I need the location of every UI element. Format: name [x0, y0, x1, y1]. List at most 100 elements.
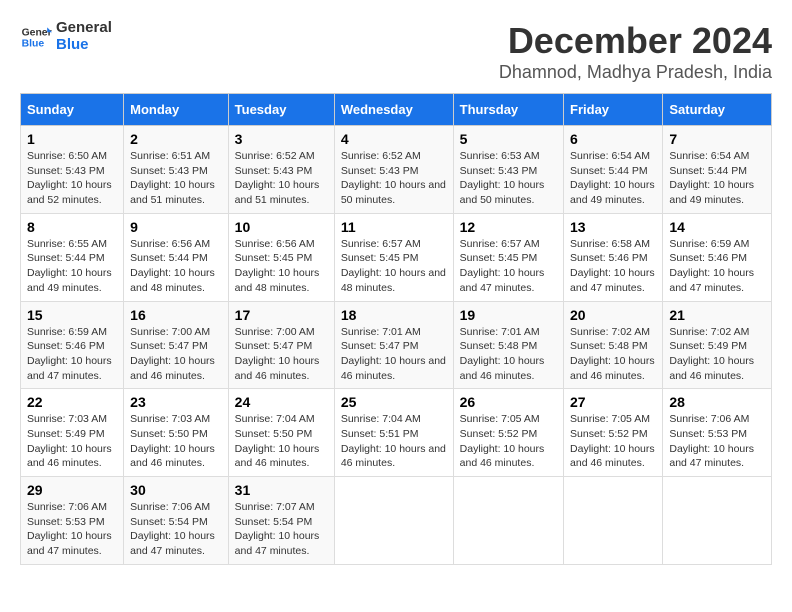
calendar-cell: 31 Sunrise: 7:07 AMSunset: 5:54 PMDayligh… [228, 477, 334, 565]
calendar-cell: 7 Sunrise: 6:54 AMSunset: 5:44 PMDaylight… [663, 126, 772, 214]
calendar-cell: 9 Sunrise: 6:56 AMSunset: 5:44 PMDaylight… [124, 213, 229, 301]
calendar-cell: 21 Sunrise: 7:02 AMSunset: 5:49 PMDayligh… [663, 301, 772, 389]
day-number: 17 [235, 307, 328, 323]
calendar-cell: 3 Sunrise: 6:52 AMSunset: 5:43 PMDaylight… [228, 126, 334, 214]
day-number: 16 [130, 307, 222, 323]
col-friday: Friday [564, 94, 663, 126]
calendar-cell: 8 Sunrise: 6:55 AMSunset: 5:44 PMDaylight… [21, 213, 124, 301]
day-info: Sunrise: 6:55 AMSunset: 5:44 PMDaylight:… [27, 238, 112, 294]
calendar-table: Sunday Monday Tuesday Wednesday Thursday… [20, 93, 772, 565]
day-info: Sunrise: 7:04 AMSunset: 5:51 PMDaylight:… [341, 413, 446, 469]
day-info: Sunrise: 6:54 AMSunset: 5:44 PMDaylight:… [570, 150, 655, 206]
day-number: 12 [460, 219, 557, 235]
calendar-cell: 17Sunrise: 7:00 AMSunset: 5:47 PMDayligh… [228, 301, 334, 389]
day-number: 26 [460, 394, 557, 410]
calendar-cell: 11Sunrise: 6:57 AMSunset: 5:45 PMDayligh… [334, 213, 453, 301]
day-number: 15 [27, 307, 117, 323]
calendar-cell: 5 Sunrise: 6:53 AMSunset: 5:43 PMDaylight… [453, 126, 563, 214]
day-number: 7 [669, 131, 765, 147]
day-info: Sunrise: 6:54 AMSunset: 5:44 PMDaylight:… [669, 150, 754, 206]
calendar-cell: 14Sunrise: 6:59 AMSunset: 5:46 PMDayligh… [663, 213, 772, 301]
day-number: 23 [130, 394, 222, 410]
day-info: Sunrise: 7:06 AMSunset: 5:54 PMDaylight:… [130, 501, 215, 557]
day-info: Sunrise: 7:05 AMSunset: 5:52 PMDaylight:… [570, 413, 655, 469]
day-number: 31 [235, 482, 328, 498]
day-info: Sunrise: 7:04 AMSunset: 5:50 PMDaylight:… [235, 413, 320, 469]
day-number: 18 [341, 307, 447, 323]
day-number: 30 [130, 482, 222, 498]
calendar-cell: 2Sunrise: 6:51 AMSunset: 5:43 PMDaylight… [124, 126, 229, 214]
day-number: 6 [570, 131, 656, 147]
col-sunday: Sunday [21, 94, 124, 126]
calendar-cell: 28Sunrise: 7:06 AMSunset: 5:53 PMDayligh… [663, 389, 772, 477]
logo-line1: General [56, 20, 112, 37]
day-number: 13 [570, 219, 656, 235]
day-info: Sunrise: 7:05 AMSunset: 5:52 PMDaylight:… [460, 413, 545, 469]
calendar-cell: 4 Sunrise: 6:52 AMSunset: 5:43 PMDaylight… [334, 126, 453, 214]
day-number: 3 [235, 131, 328, 147]
calendar-cell [663, 477, 772, 565]
day-info: Sunrise: 7:02 AMSunset: 5:49 PMDaylight:… [669, 326, 754, 382]
calendar-week-4: 22 Sunrise: 7:03 AMSunset: 5:49 PMDayligh… [21, 389, 772, 477]
calendar-cell [334, 477, 453, 565]
calendar-cell: 19 Sunrise: 7:01 AMSunset: 5:48 PMDayligh… [453, 301, 563, 389]
calendar-cell: 25 Sunrise: 7:04 AMSunset: 5:51 PMDayligh… [334, 389, 453, 477]
calendar-week-2: 8 Sunrise: 6:55 AMSunset: 5:44 PMDaylight… [21, 213, 772, 301]
calendar-cell: 16 Sunrise: 7:00 AMSunset: 5:47 PMDayligh… [124, 301, 229, 389]
col-tuesday: Tuesday [228, 94, 334, 126]
title-area: December 2024 Dhamnod, Madhya Pradesh, I… [499, 20, 772, 83]
calendar-cell: 26 Sunrise: 7:05 AMSunset: 5:52 PMDayligh… [453, 389, 563, 477]
day-info: Sunrise: 7:07 AMSunset: 5:54 PMDaylight:… [235, 501, 320, 557]
col-thursday: Thursday [453, 94, 563, 126]
calendar-cell: 27 Sunrise: 7:05 AMSunset: 5:52 PMDayligh… [564, 389, 663, 477]
calendar-cell: 29Sunrise: 7:06 AMSunset: 5:53 PMDayligh… [21, 477, 124, 565]
calendar-cell: 6 Sunrise: 6:54 AMSunset: 5:44 PMDaylight… [564, 126, 663, 214]
day-number: 5 [460, 131, 557, 147]
logo: General Blue General Blue [20, 20, 112, 53]
header: General Blue General Blue December 2024 … [20, 20, 772, 83]
day-info: Sunrise: 7:01 AMSunset: 5:47 PMDaylight:… [341, 326, 446, 382]
day-number: 21 [669, 307, 765, 323]
day-info: Sunrise: 6:52 AMSunset: 5:43 PMDaylight:… [235, 150, 320, 206]
logo-line2: Blue [56, 37, 112, 54]
day-number: 9 [130, 219, 222, 235]
day-info: Sunrise: 6:56 AMSunset: 5:45 PMDaylight:… [235, 238, 320, 294]
calendar-cell: 12 Sunrise: 6:57 AMSunset: 5:45 PMDayligh… [453, 213, 563, 301]
calendar-cell: 23Sunrise: 7:03 AMSunset: 5:50 PMDayligh… [124, 389, 229, 477]
calendar-cell: 22 Sunrise: 7:03 AMSunset: 5:49 PMDayligh… [21, 389, 124, 477]
day-info: Sunrise: 6:56 AMSunset: 5:44 PMDaylight:… [130, 238, 215, 294]
logo-icon: General Blue [20, 21, 52, 53]
day-number: 25 [341, 394, 447, 410]
day-number: 22 [27, 394, 117, 410]
day-info: Sunrise: 7:02 AMSunset: 5:48 PMDaylight:… [570, 326, 655, 382]
main-title: December 2024 [499, 20, 772, 62]
day-info: Sunrise: 6:50 AMSunset: 5:43 PMDaylight:… [27, 150, 112, 206]
day-number: 20 [570, 307, 656, 323]
day-info: Sunrise: 6:59 AMSunset: 5:46 PMDaylight:… [27, 326, 112, 382]
day-info: Sunrise: 6:52 AMSunset: 5:43 PMDaylight:… [341, 150, 446, 206]
col-wednesday: Wednesday [334, 94, 453, 126]
day-info: Sunrise: 7:01 AMSunset: 5:48 PMDaylight:… [460, 326, 545, 382]
day-number: 8 [27, 219, 117, 235]
day-info: Sunrise: 7:03 AMSunset: 5:49 PMDaylight:… [27, 413, 112, 469]
day-info: Sunrise: 6:53 AMSunset: 5:43 PMDaylight:… [460, 150, 545, 206]
calendar-week-3: 15 Sunrise: 6:59 AMSunset: 5:46 PMDayligh… [21, 301, 772, 389]
day-number: 27 [570, 394, 656, 410]
calendar-cell [564, 477, 663, 565]
calendar-cell: 13 Sunrise: 6:58 AMSunset: 5:46 PMDayligh… [564, 213, 663, 301]
calendar-cell: 24 Sunrise: 7:04 AMSunset: 5:50 PMDayligh… [228, 389, 334, 477]
calendar-cell: 18 Sunrise: 7:01 AMSunset: 5:47 PMDayligh… [334, 301, 453, 389]
day-info: Sunrise: 7:00 AMSunset: 5:47 PMDaylight:… [130, 326, 215, 382]
day-number: 1 [27, 131, 117, 147]
day-number: 24 [235, 394, 328, 410]
day-info: Sunrise: 6:57 AMSunset: 5:45 PMDaylight:… [460, 238, 545, 294]
day-number: 11 [341, 219, 447, 235]
day-info: Sunrise: 7:06 AMSunset: 5:53 PMDaylight:… [27, 501, 112, 557]
calendar-cell: 30 Sunrise: 7:06 AMSunset: 5:54 PMDayligh… [124, 477, 229, 565]
day-number: 19 [460, 307, 557, 323]
day-number: 4 [341, 131, 447, 147]
subtitle: Dhamnod, Madhya Pradesh, India [499, 62, 772, 83]
day-number: 2 [130, 131, 222, 147]
col-monday: Monday [124, 94, 229, 126]
day-info: Sunrise: 6:58 AMSunset: 5:46 PMDaylight:… [570, 238, 655, 294]
